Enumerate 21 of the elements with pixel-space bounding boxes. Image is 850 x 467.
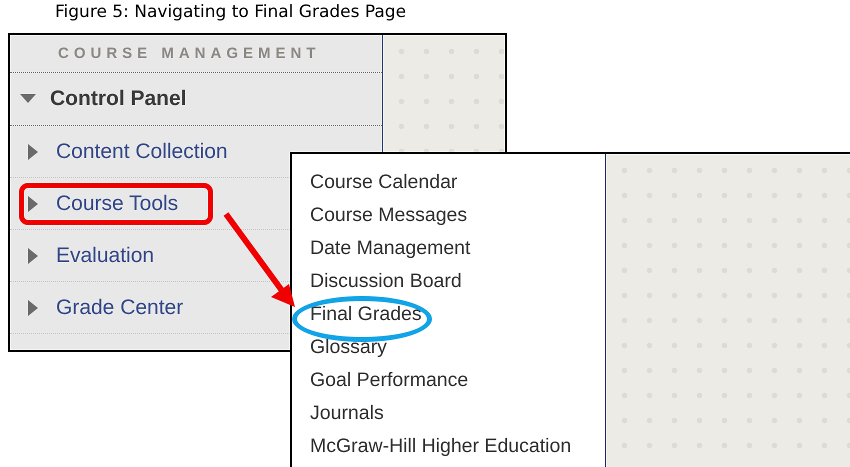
figure-caption: Figure 5: Navigating to Final Grades Page bbox=[55, 2, 406, 22]
expand-triangle-icon[interactable] bbox=[28, 300, 38, 316]
menu-item[interactable]: Date Management bbox=[310, 237, 470, 260]
menu-item[interactable]: McGraw-Hill Higher Education bbox=[310, 435, 572, 458]
sidebar-item[interactable]: Grade Center bbox=[56, 296, 184, 320]
expand-triangle-icon[interactable] bbox=[28, 196, 38, 212]
sidebar-item[interactable]: Course Tools bbox=[56, 192, 178, 216]
menu-item[interactable]: Final Grades bbox=[310, 303, 422, 326]
collapse-triangle-icon[interactable] bbox=[20, 94, 36, 104]
menu-item[interactable]: Discussion Board bbox=[310, 270, 462, 293]
section-title[interactable]: Control Panel bbox=[50, 87, 187, 111]
menu-item[interactable]: Course Messages bbox=[310, 204, 468, 227]
sidebar-heading: COURSE MANAGEMENT bbox=[58, 45, 321, 62]
menu-item[interactable]: Glossary bbox=[310, 336, 387, 359]
expand-triangle-icon[interactable] bbox=[28, 248, 38, 264]
expand-triangle-icon[interactable] bbox=[28, 144, 38, 160]
menu-item[interactable]: Course Calendar bbox=[310, 171, 458, 194]
menu-item[interactable]: Goal Performance bbox=[310, 369, 468, 392]
sidebar-item[interactable]: Content Collection bbox=[56, 140, 228, 164]
menu-item[interactable]: Journals bbox=[310, 402, 384, 425]
sidebar-item[interactable]: Evaluation bbox=[56, 244, 154, 268]
